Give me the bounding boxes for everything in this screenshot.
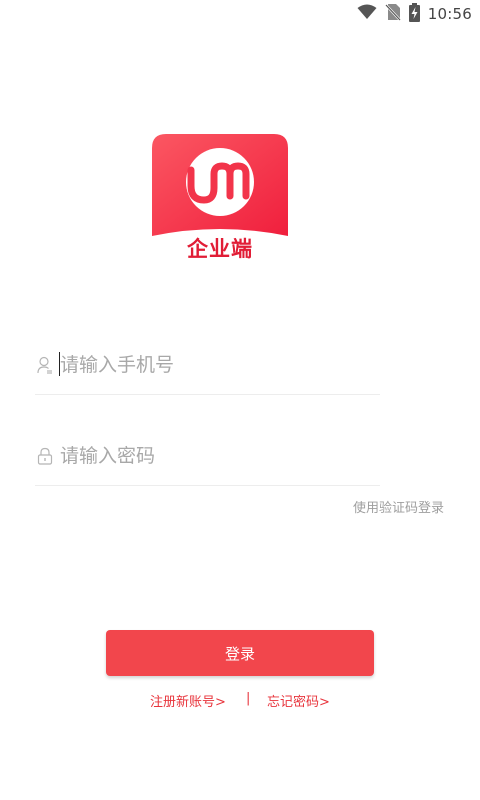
- phone-field: [35, 334, 380, 395]
- status-icons: 10:56: [357, 2, 472, 26]
- status-time: 10:56: [427, 5, 472, 23]
- password-field: [35, 425, 380, 486]
- phone-input[interactable]: [60, 350, 370, 380]
- forgot-password-link[interactable]: 忘记密码>: [267, 691, 330, 710]
- status-bar: 10:56: [0, 0, 480, 28]
- wifi-icon: [357, 4, 377, 24]
- text-caret: [59, 352, 60, 376]
- app-logo: 企业端: [152, 134, 288, 264]
- sms-code-login-link[interactable]: 使用验证码登录: [353, 497, 444, 516]
- login-button[interactable]: 登录: [106, 630, 374, 676]
- user-icon: [37, 356, 53, 374]
- login-screen: 10:56 企业端 请输入手机号 使用验证码登录 登录 注册新账号> | 忘记密…: [0, 0, 480, 800]
- password-input[interactable]: [60, 441, 370, 471]
- no-sim-icon: [384, 3, 401, 25]
- logo-caption: 企业端: [187, 237, 253, 261]
- bottom-links: 注册新账号> | 忘记密码>: [0, 691, 480, 711]
- register-link[interactable]: 注册新账号>: [150, 691, 226, 710]
- lock-icon: [37, 447, 53, 465]
- battery-charging-icon: [408, 2, 420, 26]
- link-divider: |: [246, 691, 251, 706]
